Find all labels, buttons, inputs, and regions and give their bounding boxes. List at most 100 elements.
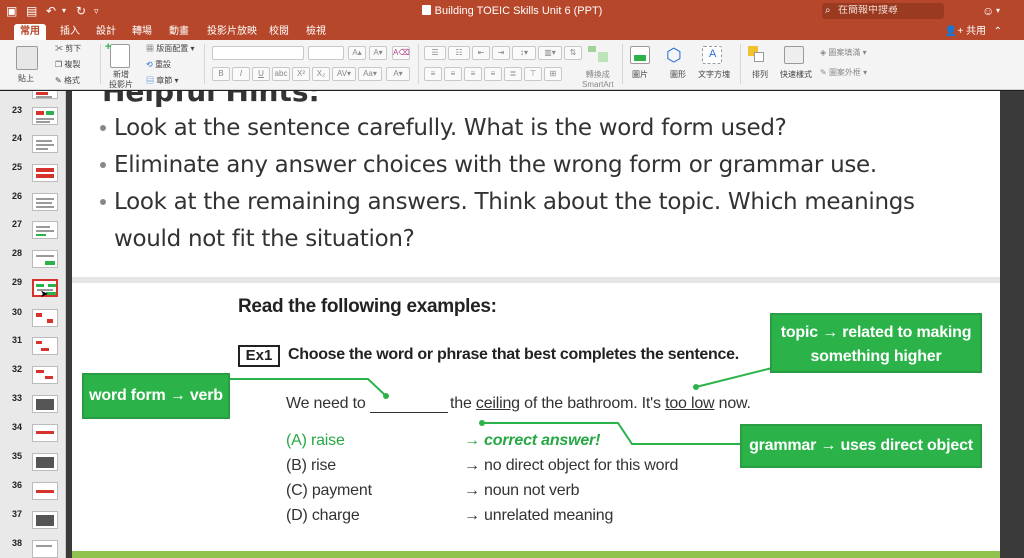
paste-icon[interactable] [16,46,38,70]
textbox-icon[interactable]: A [702,46,722,64]
tab-insert[interactable]: 插入 [54,24,86,40]
option-d-note: → unrelated meaning [464,507,614,524]
layout-button[interactable]: ▦ 版面配置 ▾ [146,44,194,54]
arrange-label[interactable]: 排列 [752,70,768,80]
thumbnail-slide-28[interactable]: 28 [8,248,65,272]
shape-outline-button[interactable]: ✎ 圖案外框 ▾ [820,68,867,78]
change-case-icon[interactable]: Aa▾ [358,67,382,81]
layout-icon: ▦ [146,44,157,53]
slide-preview [32,540,58,558]
tab-transitions[interactable]: 轉場 [126,24,158,40]
superscript-icon[interactable]: X² [292,67,310,81]
thumbnail-slide-25[interactable]: 25 [8,162,65,186]
increase-font-icon[interactable]: A▴ [348,46,366,60]
thumbnail-slide-38[interactable]: 38 [8,538,65,558]
align-left-icon[interactable]: ≡ [424,67,442,81]
bold-icon[interactable]: B [212,67,230,81]
textbox-label[interactable]: 文字方塊 [698,70,730,80]
tab-slideshow[interactable]: 投影片放映 [201,24,263,40]
answer-blank [370,412,448,413]
thumbnail-slide-29[interactable]: 29 ➤ [8,277,65,301]
thumbnail-slide-36[interactable]: 36 [8,480,65,504]
shapes-icon[interactable]: ⬡ [666,44,688,66]
decrease-indent-icon[interactable]: ⇤ [472,46,490,60]
copy-icon: ❐ [55,60,65,69]
shape-fill-button[interactable]: ◈ 圖案填滿 ▾ [820,48,867,58]
convert-smartart-label[interactable]: 轉換成 SmartArt [582,70,614,90]
separator [418,44,419,84]
bullet-item: Look at the remaining answers. Think abo… [100,189,915,215]
reset-button[interactable]: ⟲ 重設 [146,60,171,70]
format-painter-button[interactable]: ✎ 格式 [55,76,80,86]
clear-format-icon[interactable]: A⌫ [392,46,410,60]
slide-preview [32,164,58,182]
tab-review[interactable]: 校閱 [263,24,295,40]
quick-styles-label[interactable]: 快速樣式 [780,70,812,80]
thumbnail-slide-31[interactable]: 31 [8,335,65,359]
align-text-icon[interactable]: ⊤ [524,67,542,81]
search-input[interactable] [838,5,938,16]
bottom-decorative-strip [72,551,1000,558]
thumbnail-slide-23[interactable]: 23 [8,105,65,129]
new-slide-icon[interactable]: + [105,41,130,68]
underline-icon[interactable]: U [252,67,270,81]
collapse-ribbon-icon[interactable]: ⌃ [994,24,1002,40]
thumbnail-slide-26[interactable]: 26 [8,191,65,215]
font-name-dropdown[interactable] [212,46,304,60]
font-color-icon[interactable]: A▾ [386,67,410,81]
thumbnail-slide-35[interactable]: 35 [8,451,65,475]
thumbnail-slide-24[interactable]: 24 [8,133,65,157]
thumbnail-slide-37[interactable]: 37 [8,509,65,533]
decrease-font-icon[interactable]: A▾ [369,46,387,60]
share-button[interactable]: 👤+ 共用 [945,24,986,40]
section-button[interactable]: ▤ 章節 ▾ [146,76,178,86]
tab-view[interactable]: 檢視 [300,24,332,40]
connector-dot [479,420,485,426]
connector-dot [693,384,699,390]
char-spacing-icon[interactable]: AV▾ [332,67,356,81]
picture-icon[interactable] [630,46,650,64]
slide-canvas[interactable]: Helpful Hints: Look at the sentence care… [72,91,1000,558]
subscript-icon[interactable]: X₂ [312,67,330,81]
separator [100,44,101,84]
thumbnail-slide-34[interactable]: 34 [8,422,65,446]
bullets-icon[interactable]: ☰ [424,46,446,60]
text-direction-icon[interactable]: ⇅ [564,46,582,60]
font-size-dropdown[interactable] [308,46,344,60]
thumbnail-slide-32[interactable]: 32 [8,364,65,388]
slide-preview [32,511,58,529]
cut-button[interactable]: ✂ 剪下 [55,44,81,54]
connector-topic [695,367,773,388]
align-right-icon[interactable]: ≡ [464,67,482,81]
text-box-align-icon[interactable]: ⊞ [544,67,562,81]
feedback-dropdown-icon[interactable]: ▾ [996,3,1000,19]
justify-icon[interactable]: ≡ [484,67,502,81]
shape-label[interactable]: 圖形 [670,70,686,80]
columns-icon[interactable]: ▥▾ [538,46,562,60]
tab-animations[interactable]: 動畫 [163,24,195,40]
scissors-icon: ✂ [55,44,66,53]
numbering-icon[interactable]: ☷ [448,46,470,60]
smiley-feedback-icon[interactable]: ☺ [982,3,994,19]
option-c: (C) payment [286,482,372,499]
tab-home[interactable]: 常用 [14,24,46,40]
slide-editor: Helpful Hints: Look at the sentence care… [66,91,1024,558]
new-slide-label[interactable]: 新增 投影片 [109,70,133,90]
smartart-icon[interactable] [588,46,608,64]
quick-styles-icon[interactable] [784,46,804,64]
arrange-icon[interactable] [748,46,764,64]
increase-indent-icon[interactable]: ⇥ [492,46,510,60]
thumbnail-slide-27[interactable]: 27 [8,219,65,243]
line-spacing-icon[interactable]: ↕▾ [512,46,536,60]
thumbnail-slide-33[interactable]: 33 [8,393,65,417]
thumbnail-slide-30[interactable]: 30 [8,307,65,331]
strikethrough-icon[interactable]: abc [272,67,290,81]
copy-button[interactable]: ❐ 複製 [55,60,80,70]
distributed-icon[interactable]: ≣ [504,67,522,81]
picture-label[interactable]: 圖片 [632,70,648,80]
align-center-icon[interactable]: ≡ [444,67,462,81]
reset-icon: ⟲ [146,60,155,69]
search-box[interactable]: ⌕ [822,3,944,19]
italic-icon[interactable]: I [232,67,250,81]
tab-design[interactable]: 設計 [90,24,122,40]
